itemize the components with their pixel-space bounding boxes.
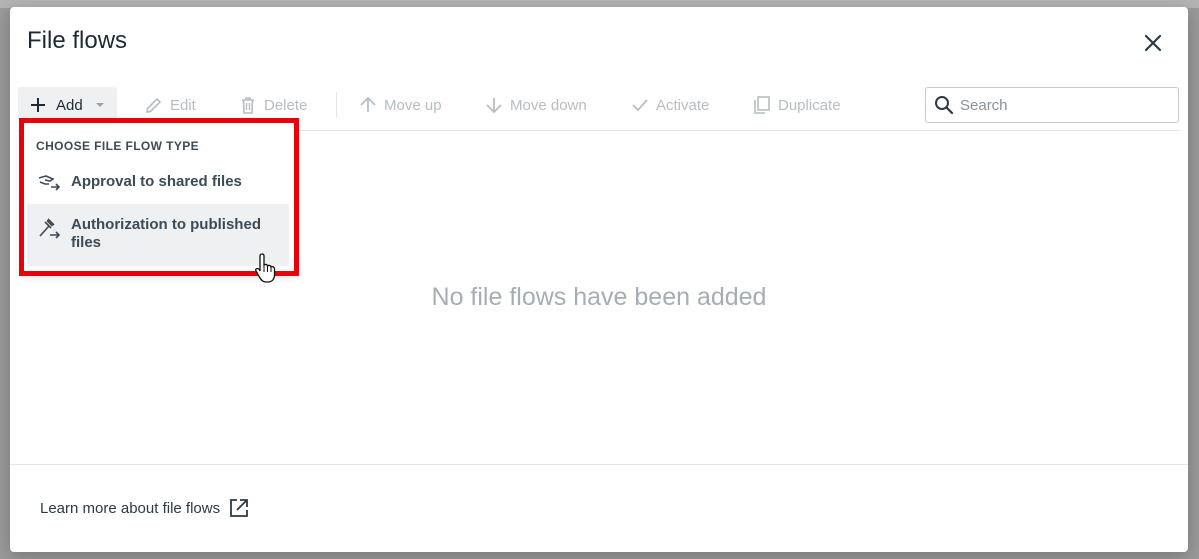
close-button[interactable] — [1141, 31, 1165, 55]
file-flow-type-menu: CHOOSE FILE FLOW TYPE Approval to shared… — [23, 122, 295, 272]
checkmark-icon — [632, 99, 648, 112]
search-icon — [935, 96, 954, 115]
arrow-down-icon — [486, 98, 502, 114]
menu-item-approval-shared[interactable]: Approval to shared files — [27, 168, 289, 196]
close-icon — [1144, 34, 1162, 52]
pencil-icon — [146, 97, 162, 113]
external-link-icon — [230, 499, 249, 517]
add-button[interactable]: Add — [18, 87, 117, 123]
toolbar-divider — [336, 92, 337, 118]
edit-button-label: Edit — [170, 96, 196, 114]
add-button-label: Add — [56, 96, 83, 114]
authorization-flow-icon — [39, 218, 61, 239]
duplicate-icon — [754, 96, 770, 114]
dialog-title: File flows — [27, 27, 128, 54]
trash-icon — [242, 97, 254, 114]
delete-button[interactable]: Delete — [238, 87, 307, 123]
caret-down-icon — [95, 103, 104, 107]
activate-button[interactable]: Activate — [630, 87, 709, 123]
move-up-button[interactable]: Move up — [358, 87, 442, 123]
move-down-button-label: Move down — [510, 96, 587, 114]
file-flows-dialog: File flows Add Edit Delete Move up Move … — [10, 7, 1188, 552]
duplicate-button-label: Duplicate — [778, 96, 841, 114]
menu-item-authorization-published[interactable]: Authorization to published files — [27, 204, 289, 266]
menu-item-label: Approval to shared files — [71, 173, 242, 190]
edit-button[interactable]: Edit — [144, 87, 196, 123]
activate-button-label: Activate — [656, 96, 710, 114]
arrow-up-icon — [360, 96, 376, 112]
learn-more-link[interactable]: Learn more about file flows — [40, 497, 250, 519]
search-input[interactable] — [960, 96, 1160, 114]
delete-button-label: Delete — [264, 96, 308, 114]
menu-item-label: Authorization to published files — [71, 216, 261, 251]
duplicate-button[interactable]: Duplicate — [752, 87, 841, 123]
plus-icon — [31, 98, 45, 112]
move-down-button[interactable]: Move down — [484, 87, 587, 123]
approval-flow-icon — [38, 175, 61, 191]
learn-more-label: Learn more about file flows — [40, 499, 221, 517]
menu-header: CHOOSE FILE FLOW TYPE — [36, 139, 200, 153]
hand-pointer-icon — [253, 252, 281, 284]
search-field[interactable] — [925, 87, 1179, 123]
empty-state-message: No file flows have been added — [431, 283, 767, 311]
dialog-footer: Learn more about file flows — [10, 464, 1188, 552]
move-up-button-label: Move up — [384, 96, 442, 114]
